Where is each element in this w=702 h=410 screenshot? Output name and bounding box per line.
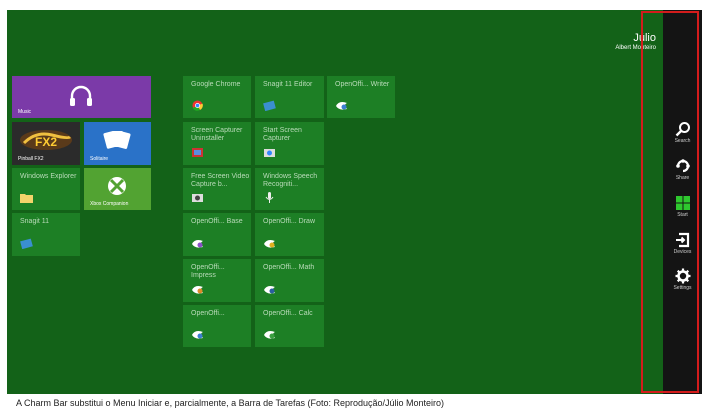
tile-openoffice-base[interactable]: OpenOffi... Base	[183, 213, 251, 256]
openoffice-icon	[192, 240, 203, 248]
tile-solitaire[interactable]: Solitaire	[84, 122, 151, 165]
tile-pinball[interactable]: FX2 Pinball FX2	[12, 122, 80, 165]
snagit-editor-icon	[263, 100, 276, 111]
openoffice-icon	[264, 240, 275, 248]
tile-label: Xbox Companion	[90, 201, 129, 207]
tile-label: Music	[18, 109, 32, 115]
tile-label: Windows Explorer	[20, 173, 77, 180]
tile-label: OpenOffi... Writer	[335, 81, 390, 88]
svg-text:FX2: FX2	[35, 135, 57, 149]
snagit-icon	[20, 238, 33, 249]
tile-label: Snagit 11	[20, 218, 50, 225]
camera-icon	[192, 194, 203, 202]
uninstaller-icon	[192, 148, 203, 157]
tile-label: Free Screen Video Capture b...	[191, 173, 250, 188]
tile-openoffice-calc[interactable]: OpenOffi... Calc	[255, 305, 324, 347]
cards-icon	[103, 131, 131, 149]
openoffice-icon	[192, 286, 203, 294]
windows8-start-screen: Júlio Albert Monteiro Music FX2 Pinball …	[7, 10, 702, 394]
tile-start-screen-capturer[interactable]: Start Screen Capturer	[255, 122, 324, 165]
camera-icon	[264, 149, 275, 157]
tile-xbox-companion[interactable]: Xbox Companion	[84, 168, 151, 210]
tile-label: Windows Speech Recogniti...	[263, 173, 318, 188]
headphones-icon	[70, 85, 92, 106]
tile-label: OpenOffi... Math	[263, 264, 315, 271]
pinball-logo-icon: FX2	[20, 130, 72, 150]
tile-openoffice-draw[interactable]: OpenOffi... Draw	[255, 213, 324, 256]
tile-label: OpenOffi... Calc	[263, 310, 313, 317]
tile-windows-speech-recognition[interactable]: Windows Speech Recogniti...	[255, 168, 324, 210]
openoffice-icon	[264, 331, 275, 339]
tile-free-screen-video-capture[interactable]: Free Screen Video Capture b...	[183, 168, 251, 210]
tile-windows-explorer[interactable]: Windows Explorer	[12, 168, 80, 210]
tile-label: OpenOffi... Draw	[263, 218, 316, 225]
openoffice-icon	[192, 331, 203, 339]
tile-label: OpenOffi... Impress	[191, 264, 225, 279]
tile-google-chrome[interactable]: Google Chrome	[183, 76, 251, 118]
openoffice-icon	[264, 286, 275, 294]
tile-label: Solitaire	[90, 156, 109, 162]
tile-label: OpenOffi...	[191, 310, 225, 317]
tile-label: Screen Capturer Uninstaller	[191, 127, 243, 142]
chrome-icon	[192, 100, 203, 111]
tile-screen-capturer-uninstaller[interactable]: Screen Capturer Uninstaller	[183, 122, 251, 165]
tile-openoffice-math[interactable]: OpenOffi... Math	[255, 259, 324, 302]
xbox-icon	[108, 177, 126, 195]
openoffice-icon	[336, 102, 347, 110]
tile-label: Snagit 11 Editor	[263, 81, 313, 88]
microphone-icon	[265, 192, 274, 203]
folder-icon	[20, 194, 33, 203]
tile-openoffice[interactable]: OpenOffi...	[183, 305, 251, 347]
tile-label: Pinball FX2	[18, 156, 44, 162]
tile-openoffice-writer[interactable]: OpenOffi... Writer	[327, 76, 395, 118]
tile-snagit-editor[interactable]: Snagit 11 Editor	[255, 76, 324, 118]
tile-music[interactable]: Music	[12, 76, 151, 118]
tile-label: Start Screen Capturer	[263, 127, 302, 142]
highlight-box	[641, 11, 699, 393]
tile-openoffice-impress[interactable]: OpenOffi... Impress	[183, 259, 251, 302]
top-strip	[0, 0, 702, 10]
tile-label: Google Chrome	[191, 81, 241, 88]
image-caption: A Charm Bar substitui o Menu Iniciar e, …	[16, 398, 445, 408]
tile-snagit[interactable]: Snagit 11	[12, 213, 80, 256]
tile-label: OpenOffi... Base	[191, 218, 243, 225]
